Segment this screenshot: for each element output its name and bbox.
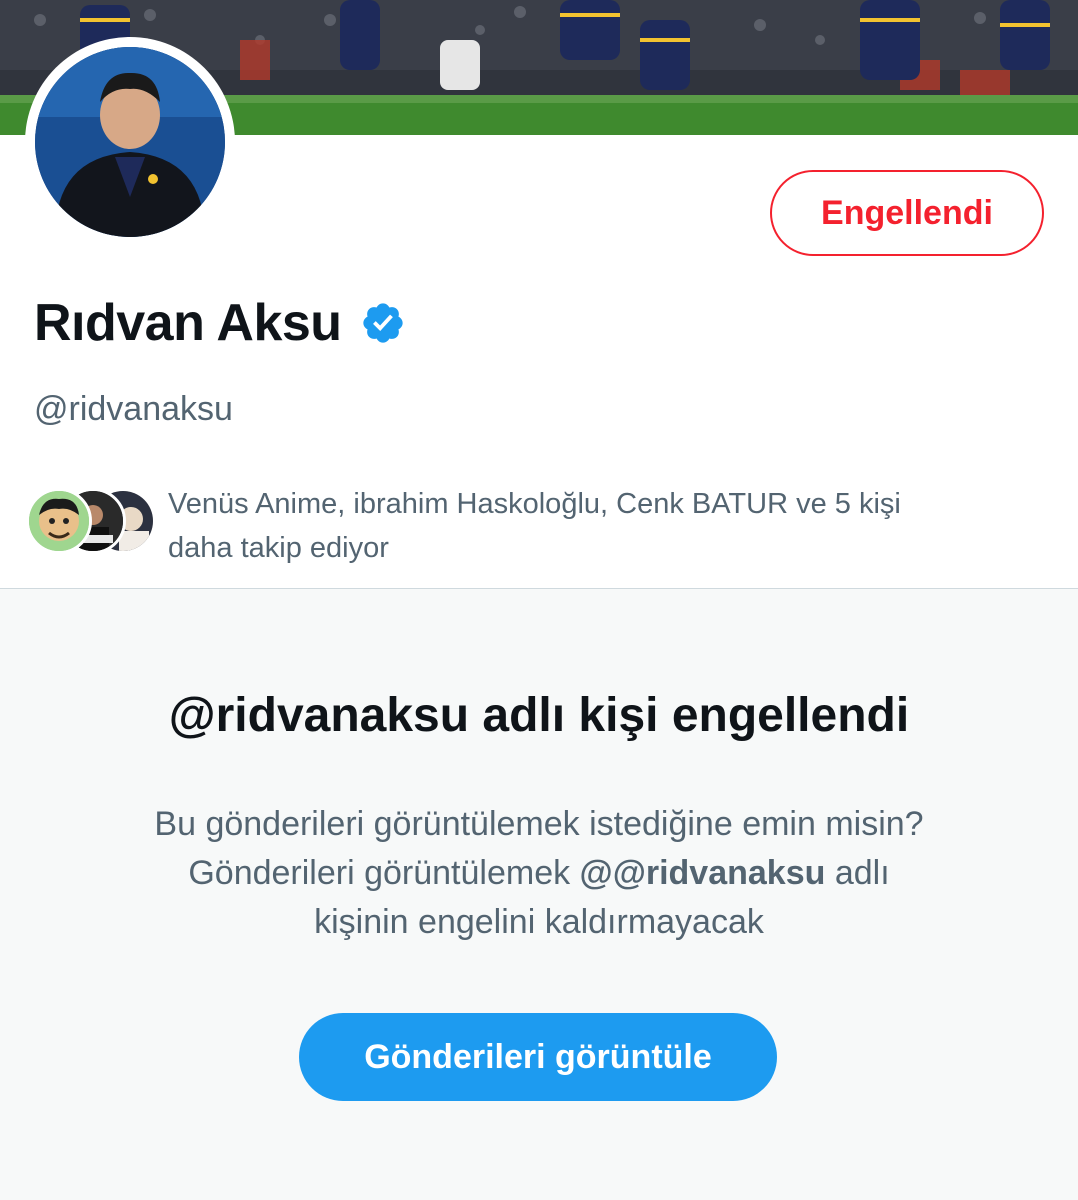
blocked-notice-description: Bu gönderileri görüntülemek istediğine e… bbox=[60, 800, 1018, 947]
display-name: Rıdvan Aksu bbox=[34, 294, 342, 352]
follower-avatar-1 bbox=[26, 488, 92, 554]
view-posts-button[interactable]: Gönderileri görüntüle bbox=[299, 1013, 777, 1101]
blocked-desc-line1: Bu gönderileri görüntülemek istediğine e… bbox=[154, 805, 924, 843]
profile-handle: @ridvanaksu bbox=[34, 390, 233, 428]
profile-name-row: Rıdvan Aksu bbox=[34, 288, 406, 358]
blocked-desc-line2: Gönderileri görüntülemek @@ridvanaksu ad… bbox=[60, 849, 1018, 898]
profile-page: Engellendi Rıdvan Aksu @ridvanaksu Venüs… bbox=[0, 0, 1078, 1200]
avatar-image bbox=[35, 47, 225, 237]
blocked-notice-title: @ridvanaksu adlı kişi engellendi bbox=[168, 689, 910, 742]
avatar[interactable] bbox=[35, 47, 225, 237]
blocked-desc-line3: kişinin engelini kaldırmayacak bbox=[314, 903, 764, 941]
followers-you-know-text: Venüs Anime, ibrahim Haskoloğlu, Cenk BA… bbox=[168, 482, 1028, 570]
blocked-desc-line2-suffix: adlı bbox=[825, 854, 890, 892]
blocked-desc-handle: @@ridvanaksu bbox=[579, 854, 826, 892]
followers-text-line2: daha takip ediyor bbox=[168, 532, 389, 564]
blocked-button[interactable]: Engellendi bbox=[770, 170, 1044, 256]
blocked-desc-line2-prefix: Gönderileri görüntülemek bbox=[188, 854, 580, 892]
verified-badge-icon[interactable] bbox=[360, 300, 406, 346]
followers-you-know[interactable]: Venüs Anime, ibrahim Haskoloğlu, Cenk BA… bbox=[26, 478, 1036, 568]
followers-text-line1: Venüs Anime, ibrahim Haskoloğlu, Cenk BA… bbox=[168, 488, 901, 520]
